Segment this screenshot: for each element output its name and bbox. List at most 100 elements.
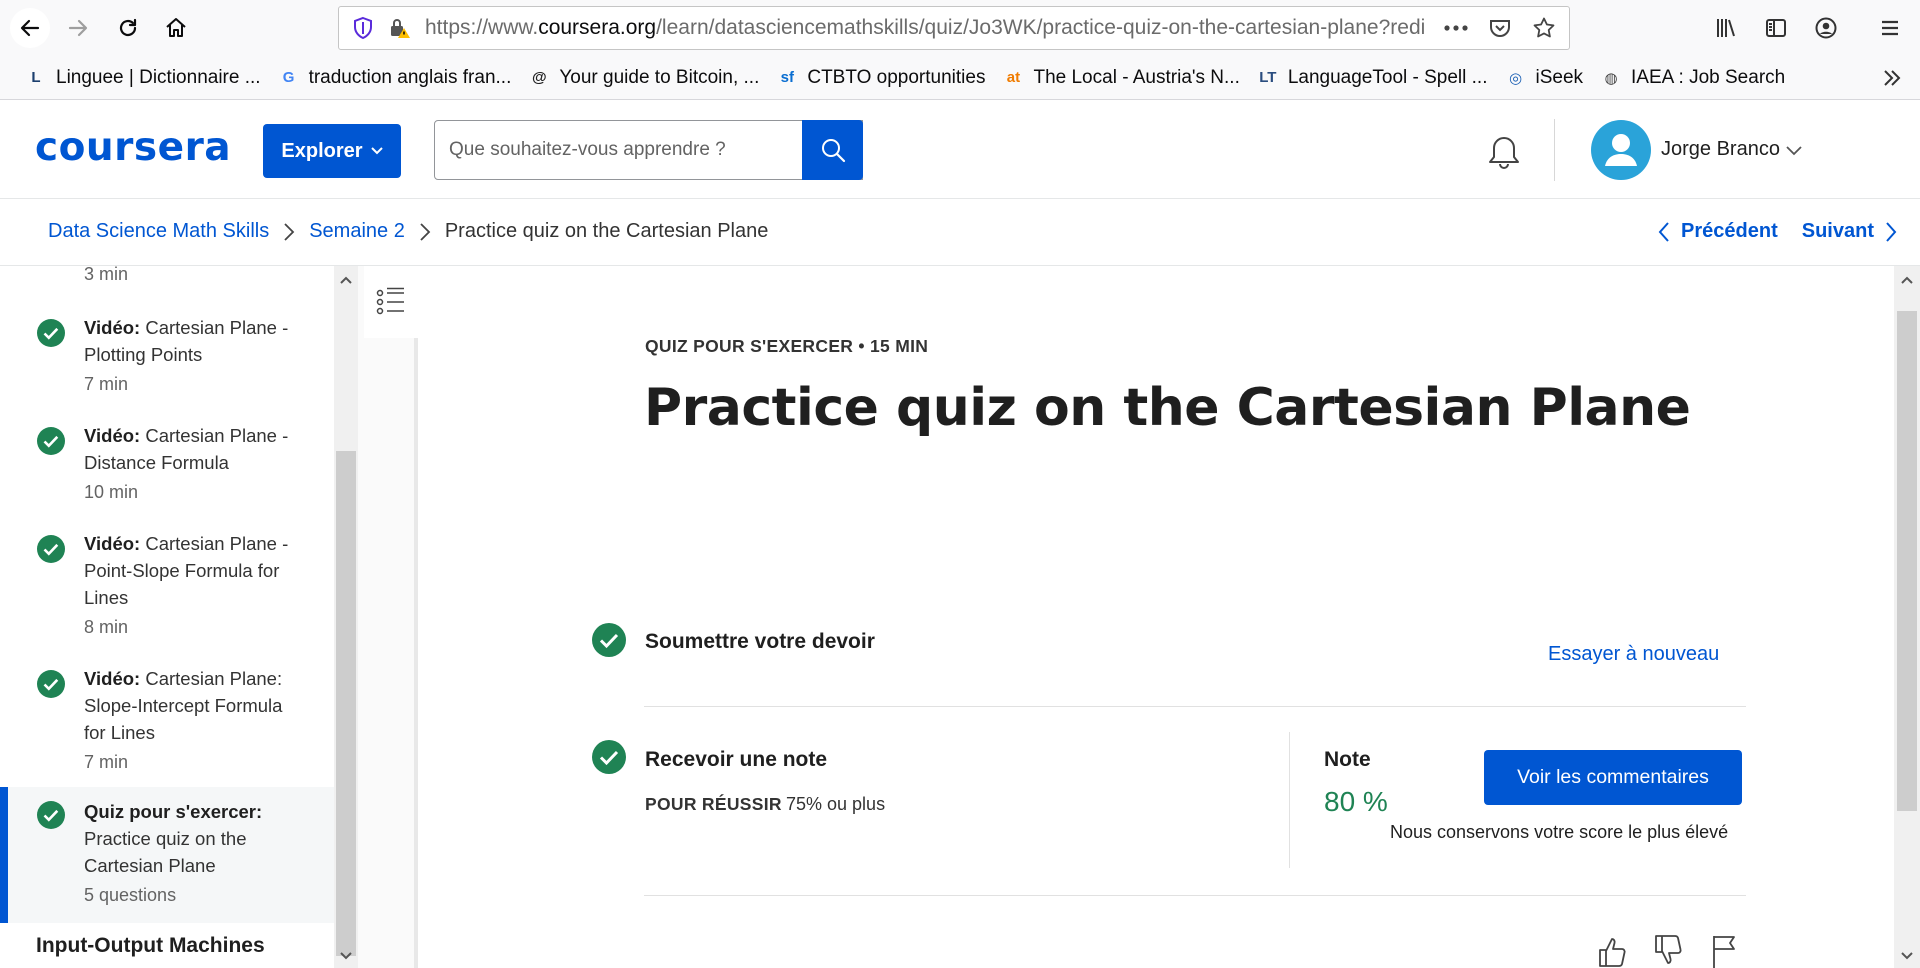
address-bar[interactable]: https://www.coursera.org/learn/datascien… bbox=[338, 6, 1570, 50]
user-icon bbox=[1605, 134, 1637, 166]
browser-toolbar: https://www.coursera.org/learn/datascien… bbox=[0, 0, 1920, 56]
sidebar-toggle-button[interactable] bbox=[1756, 8, 1796, 48]
grade-step-title: Recevoir une note bbox=[645, 748, 828, 771]
outline-toggle-rail bbox=[358, 266, 418, 968]
chevron-left-icon[interactable] bbox=[1657, 221, 1671, 243]
sidebar-icon bbox=[1766, 19, 1786, 37]
bookmark-label: LanguageTool - Spell ... bbox=[1287, 66, 1488, 88]
grade-label: Note bbox=[1324, 748, 1371, 771]
thumbs-down-icon[interactable] bbox=[1652, 934, 1684, 968]
bookmark-item[interactable]: Gtraduction anglais fran... bbox=[269, 56, 520, 100]
bookmark-label: traduction anglais fran... bbox=[308, 66, 512, 88]
sidebar-item-plotting-points[interactable]: Vidéo: Cartesian Plane - Plotting Points… bbox=[0, 314, 334, 414]
breadcrumb-course-link[interactable]: Data Science Math Skills bbox=[48, 220, 269, 243]
breadcrumb-week-link[interactable]: Semaine 2 bbox=[309, 220, 405, 243]
sidebar-item-distance-formula[interactable]: Vidéo: Cartesian Plane - Distance Formul… bbox=[0, 422, 334, 522]
bookmark-item[interactable]: ◍ IAEA : Job Search bbox=[1591, 56, 1793, 100]
list-icon bbox=[376, 287, 404, 315]
un-icon: ◎ bbox=[1508, 69, 1523, 87]
header-divider bbox=[1554, 119, 1555, 181]
bookmark-label: Linguee | Dictionnaire ... bbox=[56, 66, 261, 88]
avatar[interactable] bbox=[1591, 120, 1651, 180]
breadcrumb-bar: Data Science Math Skills Semaine 2 Pract… bbox=[0, 200, 1920, 266]
sidebar-item-point-slope[interactable]: Vidéo: Cartesian Plane - Point-Slope For… bbox=[0, 530, 334, 656]
pocket-icon[interactable] bbox=[1485, 13, 1515, 43]
lock-warning-icon[interactable] bbox=[387, 16, 411, 40]
search-button[interactable] bbox=[802, 120, 863, 180]
bookmark-item[interactable]: sf CTBTO opportunities bbox=[767, 56, 993, 100]
outline-toggle-button[interactable] bbox=[364, 266, 418, 338]
sidebar-item-slope-intercept[interactable]: Vidéo: Cartesian Plane: Slope-Intercept … bbox=[0, 665, 334, 791]
divider bbox=[1289, 732, 1290, 868]
item-pager: Précédent Suivant bbox=[1657, 220, 1898, 243]
sidebar-section-heading[interactable]: Input-Output Machines bbox=[36, 934, 265, 958]
view-feedback-button[interactable]: Voir les commentaires bbox=[1484, 750, 1742, 805]
pass-label: POUR RÉUSSIR bbox=[645, 794, 782, 814]
check-circle-icon bbox=[37, 319, 65, 347]
main-scrollbar[interactable] bbox=[1894, 266, 1920, 968]
bookmark-item[interactable]: @ Your guide to Bitcoin, ... bbox=[519, 56, 767, 100]
bookmark-item[interactable]: ◎ iSeek bbox=[1495, 56, 1591, 100]
sidebar-scrollbar[interactable] bbox=[334, 266, 358, 968]
check-circle-icon bbox=[37, 535, 65, 563]
tracking-shield-icon[interactable] bbox=[351, 16, 375, 40]
grade-value: 80 % bbox=[1324, 786, 1388, 817]
item-duration: 3 min bbox=[84, 266, 129, 284]
bookmark-label: Your guide to Bitcoin, ... bbox=[559, 66, 760, 88]
back-button[interactable] bbox=[10, 8, 50, 48]
item-title: Quiz pour s'exercer: Practice quiz on the… bbox=[84, 801, 263, 876]
notifications-bell-icon[interactable] bbox=[1484, 133, 1524, 173]
flag-icon[interactable] bbox=[1708, 934, 1740, 968]
breadcrumb: Data Science Math Skills Semaine 2 Pract… bbox=[48, 220, 768, 243]
bookmark-item[interactable]: L Linguee | Dictionnaire ... bbox=[16, 56, 269, 100]
chevron-down-icon bbox=[370, 147, 383, 155]
bookmark-item[interactable]: LT LanguageTool - Spell ... bbox=[1248, 56, 1496, 100]
library-button[interactable] bbox=[1706, 8, 1746, 48]
page-title: Practice quiz on the Cartesian Plane bbox=[644, 378, 1691, 438]
explore-button[interactable]: Explorer bbox=[263, 124, 401, 178]
breadcrumb-current: Practice quiz on the Cartesian Plane bbox=[444, 220, 769, 242]
account-icon bbox=[1815, 17, 1837, 39]
coursera-logo[interactable]: coursera bbox=[35, 125, 231, 170]
previous-link[interactable]: Précédent bbox=[1681, 220, 1778, 243]
bookmark-item[interactable]: at The Local - Austria's N... bbox=[993, 56, 1247, 100]
scroll-up-icon[interactable] bbox=[339, 274, 353, 286]
scroll-down-icon[interactable] bbox=[339, 950, 353, 962]
chevron-right-icon bbox=[420, 222, 431, 241]
menu-button[interactable] bbox=[1870, 8, 1910, 48]
next-link[interactable]: Suivant bbox=[1802, 220, 1874, 243]
thumbs-up-icon[interactable] bbox=[1596, 934, 1628, 968]
chevron-double-right-icon[interactable] bbox=[1880, 66, 1904, 90]
chevron-right-icon[interactable] bbox=[1884, 221, 1898, 243]
item-title: Vidéo: Cartesian Plane - Point-Slope For… bbox=[84, 533, 289, 608]
retry-link[interactable]: Essayer à nouveau bbox=[1548, 643, 1719, 666]
page-actions-icon[interactable] bbox=[1441, 13, 1471, 43]
arrow-left-icon bbox=[20, 19, 40, 37]
item-duration: 8 min bbox=[84, 617, 129, 637]
quiz-kicker: QUIZ POUR S'EXERCER • 15 MIN bbox=[645, 336, 929, 356]
chevron-down-icon[interactable] bbox=[1785, 143, 1803, 157]
list-item[interactable]: 3 min bbox=[0, 266, 334, 286]
home-button[interactable] bbox=[156, 8, 196, 48]
user-name[interactable]: Jorge Branco bbox=[1661, 138, 1780, 161]
check-circle-icon bbox=[37, 427, 65, 455]
item-duration: 7 min bbox=[84, 374, 129, 394]
account-button[interactable] bbox=[1806, 8, 1846, 48]
scroll-up-icon[interactable] bbox=[1900, 274, 1914, 286]
reload-button[interactable] bbox=[108, 8, 148, 48]
scrollbar-thumb[interactable] bbox=[336, 451, 356, 956]
forward-button[interactable] bbox=[58, 8, 98, 48]
submit-step-title: Soumettre votre devoir bbox=[645, 630, 875, 653]
check-circle-icon bbox=[37, 670, 65, 698]
bookmark-label: CTBTO opportunities bbox=[807, 66, 986, 88]
bookmark-star-icon[interactable] bbox=[1529, 13, 1559, 43]
url-text: https://www.coursera.org/learn/datascien… bbox=[425, 16, 1425, 39]
item-duration: 7 min bbox=[84, 752, 129, 772]
search-input[interactable] bbox=[435, 121, 862, 179]
sidebar-item-practice-quiz[interactable]: Quiz pour s'exercer: Practice quiz on the… bbox=[0, 787, 334, 923]
bitcoin-guide-icon: @ bbox=[532, 69, 547, 86]
item-duration: 5 questions bbox=[84, 885, 177, 905]
scrollbar-thumb[interactable] bbox=[1897, 311, 1917, 811]
successfactors-icon: sf bbox=[780, 69, 795, 86]
scroll-down-icon[interactable] bbox=[1900, 950, 1914, 962]
